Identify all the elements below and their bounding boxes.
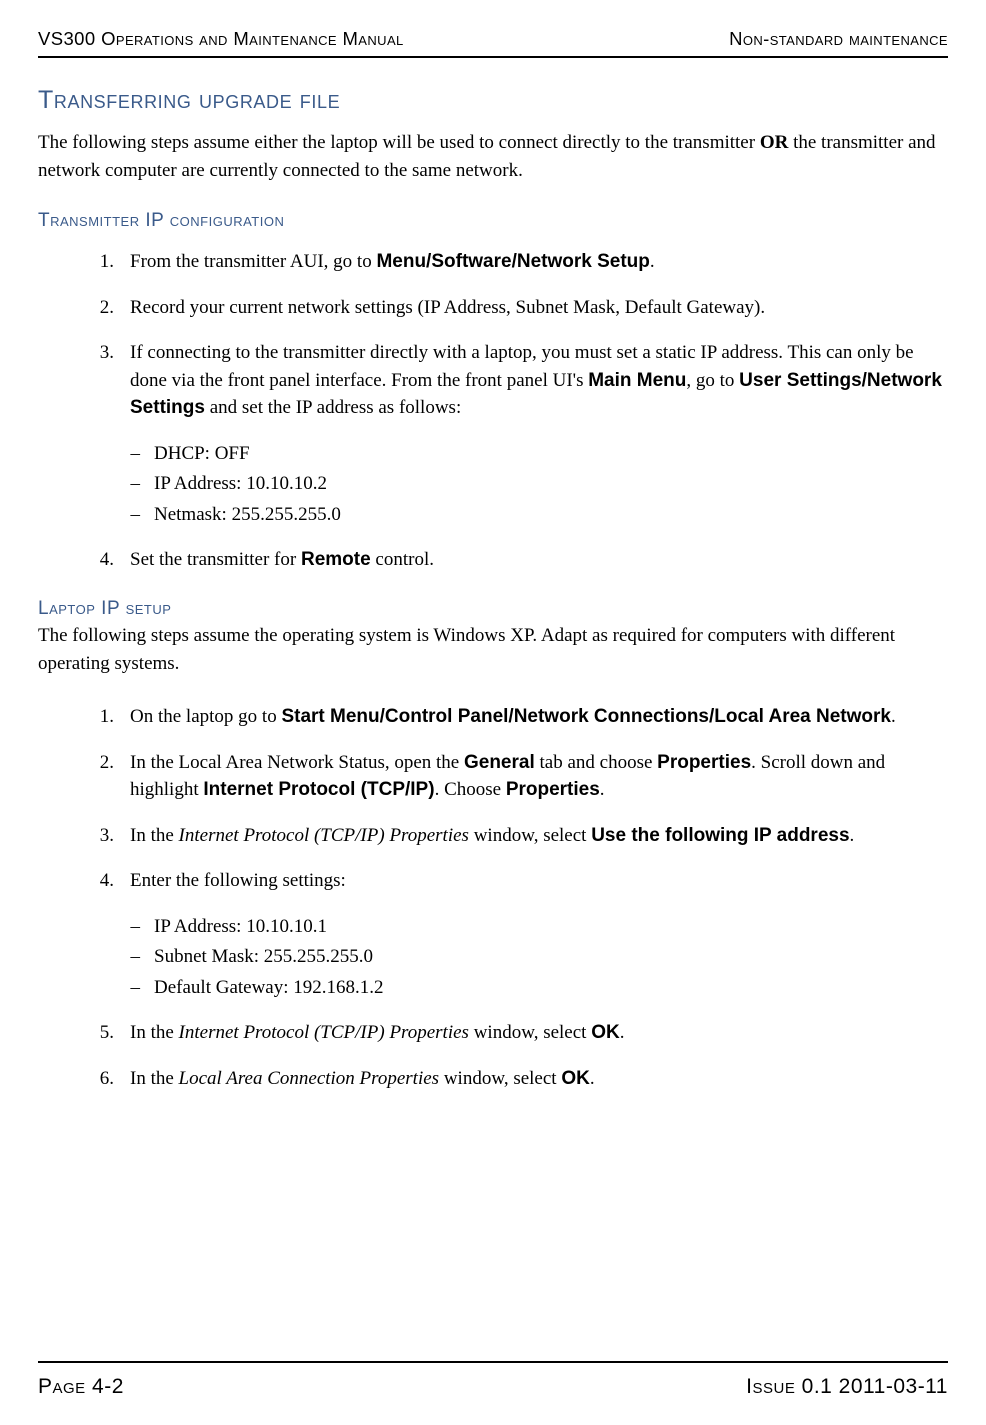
section-title: Transferring upgrade file — [38, 86, 948, 115]
list-item: 3. In the Internet Protocol (TCP/IP) Pro… — [38, 822, 948, 850]
page-number: Page 4-2 — [38, 1375, 124, 1399]
sub-list-item: –Default Gateway: 192.168.1.2 — [38, 974, 948, 1002]
subhead-laptop-ip: Laptop IP setup — [38, 598, 948, 620]
list-item: 2. Record your current network settings … — [38, 294, 948, 322]
page-footer: Page 4-2 Issue 0.1 2011-03-11 — [38, 1361, 948, 1399]
list-item: 1. From the transmitter AUI, go to Menu/… — [38, 248, 948, 276]
sub-list-item: –Netmask: 255.255.255.0 — [38, 501, 948, 529]
sub-list-item: –Subnet Mask: 255.255.255.0 — [38, 943, 948, 971]
intro-paragraph: The following steps assume either the la… — [38, 129, 948, 184]
issue-date: Issue 0.1 2011-03-11 — [746, 1375, 948, 1399]
list-item: 3. If connecting to the transmitter dire… — [38, 339, 948, 422]
sub-list-item: –IP Address: 10.10.10.1 — [38, 913, 948, 941]
laptop-steps: 1. On the laptop go to Start Menu/Contro… — [38, 703, 948, 1092]
list-item: 2. In the Local Area Network Status, ope… — [38, 749, 948, 804]
sub-list-item: –IP Address: 10.10.10.2 — [38, 470, 948, 498]
intro-paragraph: The following steps assume the operating… — [38, 622, 948, 677]
list-item: 1. On the laptop go to Start Menu/Contro… — [38, 703, 948, 731]
list-item: 5. In the Internet Protocol (TCP/IP) Pro… — [38, 1019, 948, 1047]
list-item: 4. Enter the following settings: — [38, 867, 948, 895]
sub-list-item: –DHCP: OFF — [38, 440, 948, 468]
transmitter-steps: 1. From the transmitter AUI, go to Menu/… — [38, 248, 948, 574]
header-left: VS300 Operations and Maintenance Manual — [38, 28, 404, 50]
list-item: 6. In the Local Area Connection Properti… — [38, 1065, 948, 1093]
page-header: VS300 Operations and Maintenance Manual … — [38, 28, 948, 58]
header-right: Non-standard maintenance — [729, 28, 948, 50]
list-item: 4. Set the transmitter for Remote contro… — [38, 546, 948, 574]
subhead-transmitter-ip: Transmitter IP configuration — [38, 210, 948, 232]
